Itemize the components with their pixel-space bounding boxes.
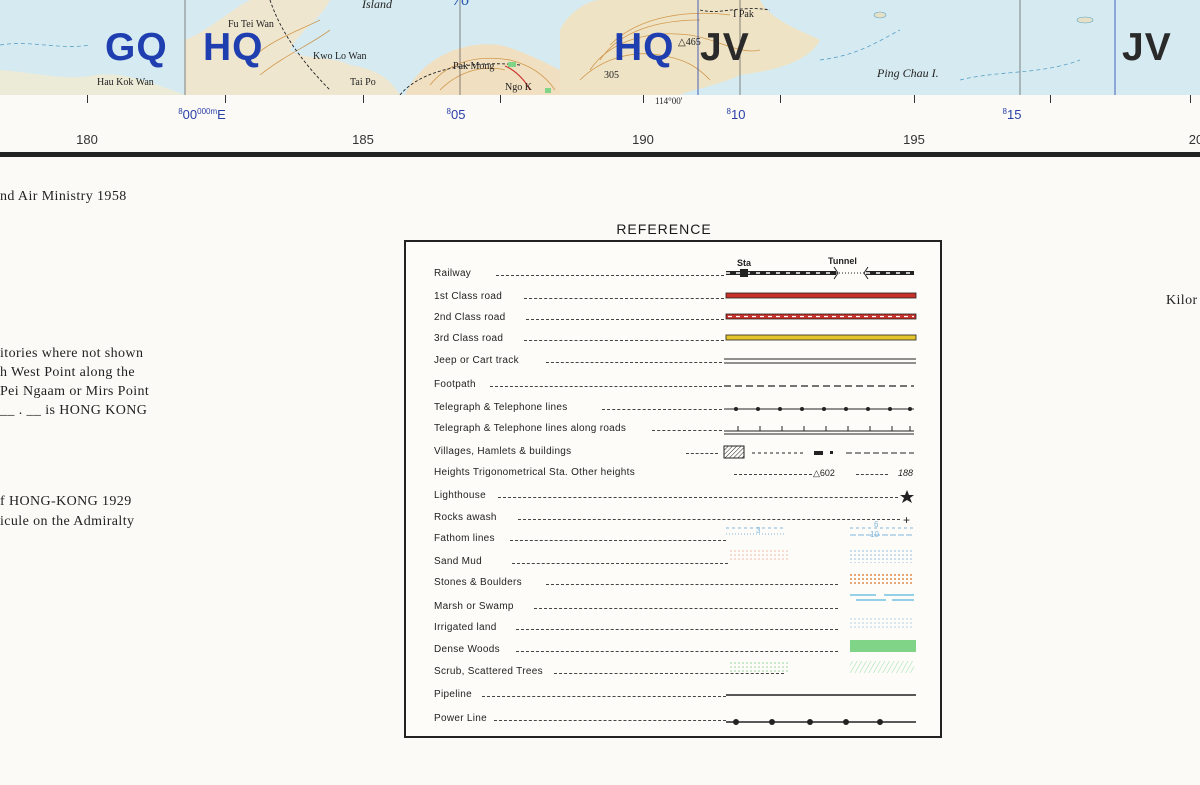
place-fu-tei-wan: Fu Tei Wan — [228, 19, 274, 30]
grid-number-185: 185 — [352, 132, 374, 147]
tick — [1190, 95, 1191, 103]
note-territories-3: Pei Ngaam or Mirs Point — [0, 384, 150, 399]
legend-symbols: + — [723, 266, 917, 725]
note-kilo: Kilor — [1166, 293, 1198, 308]
grid-number-200: 20 — [1188, 132, 1200, 147]
sea-depth-76: 76 — [453, 0, 469, 9]
place-tai-po: Tai Po — [350, 77, 376, 88]
grid-number-195: 195 — [903, 132, 925, 147]
place-hau-kok-wan: Hau Kok Wan — [97, 77, 154, 88]
easting-810: 810 — [726, 107, 746, 122]
map-frame-line — [0, 152, 1200, 157]
grid-label-hq-left: HQ — [203, 26, 264, 69]
place-island: Island — [362, 0, 392, 11]
grid-label-jv-right: JV — [1122, 26, 1172, 69]
grid-label-gq: GQ — [105, 26, 168, 69]
place-i-pak: I Pak — [733, 9, 754, 20]
reference-title: REFERENCE — [616, 221, 712, 237]
map-terrain — [0, 0, 1116, 95]
tick — [500, 95, 501, 103]
tick — [363, 95, 364, 103]
legend-trig-value: △602 — [813, 468, 835, 478]
tick — [780, 95, 781, 103]
note-territories-1: itories where not shown — [0, 346, 144, 361]
place-ping-chau: Ping Chau I. — [877, 66, 939, 80]
note-hongkong-2: icule on the Admiralty — [0, 514, 135, 529]
tick — [914, 95, 915, 103]
note-air-ministry: nd Air Ministry 1958 — [0, 189, 127, 204]
map-strip: GQ HQ HQ JV JV Fu Tei Wan Island Kwo Lo … — [0, 0, 1200, 95]
leader-line — [856, 474, 888, 475]
spot-height-465: △465 — [678, 37, 701, 48]
tick — [1050, 95, 1051, 103]
place-pak-mong: Pak Mong — [453, 61, 495, 72]
railway-symbol — [726, 266, 914, 280]
tick — [87, 95, 88, 103]
note-hongkong-1: f HONG-KONG 1929 — [0, 494, 132, 509]
grid-number-180: 180 — [76, 132, 98, 147]
spot-height-305: 305 — [604, 70, 619, 81]
legend-other-height: 188 — [898, 468, 914, 478]
legend-fathom-6: 6 — [874, 520, 879, 529]
legend-tunnel-label: Tunnel — [828, 256, 857, 266]
easting-805: 805 — [446, 107, 466, 122]
note-territories-2: h West Point along the — [0, 365, 135, 380]
legend-fathom-10: 10 — [870, 530, 879, 539]
longitude-label: 114°00' — [655, 96, 683, 106]
tick — [225, 95, 226, 103]
grid-label-jv-center: JV — [700, 26, 750, 69]
easting-800000: 800000mE — [178, 107, 226, 122]
tick — [643, 95, 644, 103]
legend-sta-label: Sta — [737, 258, 752, 268]
svg-text:+: + — [903, 513, 910, 527]
map-border: 114°00' 180 185 190 195 20 800000mE 805 … — [0, 95, 1200, 157]
easting-815: 815 — [1002, 107, 1022, 122]
legend-fathom-3: 3 — [756, 526, 761, 535]
reference-legend: Railway 1st Class road 2nd Class road 3r… — [404, 240, 942, 738]
place-ngo-k: Ngo K — [505, 82, 532, 93]
grid-number-190: 190 — [632, 132, 654, 147]
grid-label-hq-right: HQ — [614, 26, 675, 69]
place-kwo-lo-wan: Kwo Lo Wan — [313, 51, 367, 62]
note-territories-4: __ . __ is HONG KONG — [0, 403, 148, 418]
